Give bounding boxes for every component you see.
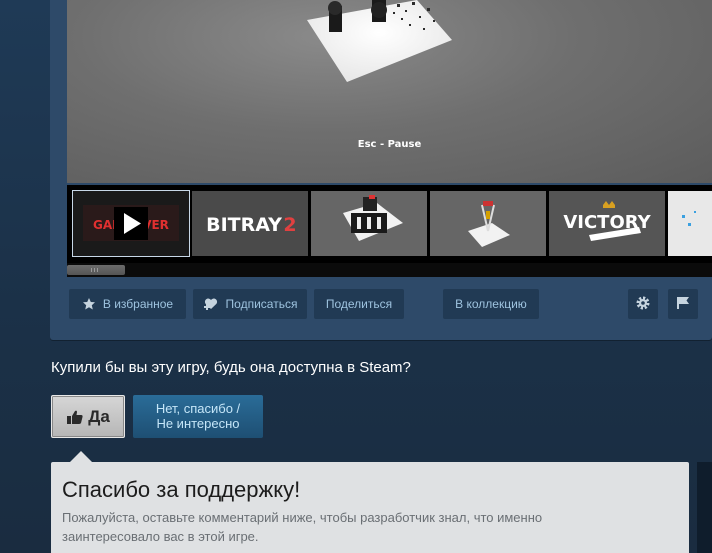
card-pointer: [70, 451, 92, 462]
screenshot-image: [430, 191, 546, 256]
no-label-line1: Нет, спасибо /: [155, 401, 241, 416]
follow-button[interactable]: Подписаться: [193, 289, 307, 319]
thumbnail-video[interactable]: GAMEOVER: [72, 190, 190, 257]
thumbnail-logo-victory[interactable]: VICTORY: [549, 191, 665, 256]
svg-text:BITRAY: BITRAY: [206, 214, 282, 236]
screenshot-image: [668, 191, 712, 256]
thumbnail-scrollbar[interactable]: [67, 263, 712, 277]
bitray-logo: BITRAY 2: [192, 191, 308, 256]
thanks-card: Спасибо за поддержку! Пожалуйста, оставь…: [51, 462, 689, 553]
thanks-text: Пожалуйста, оставьте комментарий ниже, ч…: [62, 510, 543, 544]
wishlist-label: В избранное: [102, 297, 174, 311]
screenshot-image: [311, 191, 427, 256]
victory-logo: VICTORY: [549, 191, 665, 256]
collection-label: В коллекцию: [455, 297, 527, 311]
page-edge: [697, 462, 712, 553]
video-player[interactable]: Esc - Pause: [67, 0, 712, 183]
flag-icon: [676, 296, 690, 313]
wishlist-button[interactable]: В избранное: [69, 289, 186, 319]
pause-hint: Esc - Pause: [357, 139, 422, 150]
thumbs-up-icon: [66, 409, 84, 425]
yes-label: Да: [88, 406, 110, 426]
star-icon: [82, 297, 96, 311]
poll-question: Купили бы вы эту игру, будь она доступна…: [51, 359, 411, 376]
scrollbar-handle[interactable]: [67, 265, 125, 275]
thumbnail-screenshot[interactable]: [430, 191, 546, 256]
grip-icon: [91, 268, 100, 272]
no-thanks-button[interactable]: Нет, спасибо / Не интересно: [133, 395, 263, 438]
svg-text:2: 2: [283, 214, 296, 236]
heart-plus-icon: [203, 297, 219, 311]
gear-icon: [635, 295, 651, 314]
thumbnail-screenshot[interactable]: [311, 191, 427, 256]
no-label-line2: Не интересно: [156, 416, 240, 431]
follow-label: Подписаться: [225, 297, 298, 311]
thumbnail-partial[interactable]: [668, 191, 712, 256]
settings-button[interactable]: [628, 289, 658, 319]
yes-button[interactable]: Да: [51, 395, 125, 438]
game-scene: [307, 0, 452, 82]
svg-text:VICTORY: VICTORY: [563, 212, 651, 233]
report-button[interactable]: [668, 289, 698, 319]
thanks-title: Спасибо за поддержку!: [62, 477, 301, 502]
share-label: Поделиться: [325, 297, 393, 311]
thumbnail-logo-bitray[interactable]: BITRAY 2: [192, 191, 308, 256]
video-thumbnail-image: GAMEOVER: [73, 191, 189, 256]
add-to-collection-button[interactable]: В коллекцию: [443, 289, 539, 319]
share-button[interactable]: Поделиться: [314, 289, 404, 319]
